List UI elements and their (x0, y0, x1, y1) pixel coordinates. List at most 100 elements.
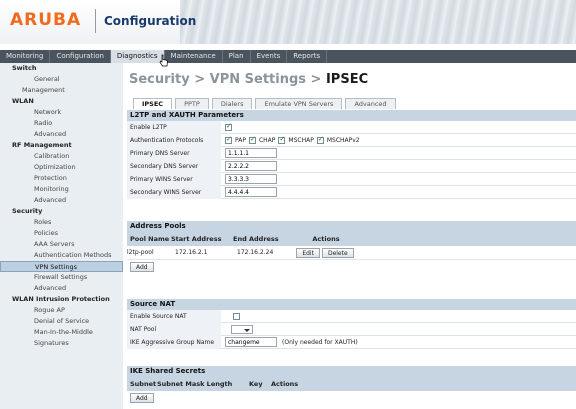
nat-pool-row: NAT Pool (127, 322, 576, 336)
enable-l2tp-checkbox[interactable] (225, 122, 232, 131)
sidebar-item-switch[interactable]: Switch (0, 63, 123, 74)
end-address-cell: 172.16.2.24 (237, 249, 274, 256)
nav-tab-reports[interactable]: Reports (287, 50, 328, 63)
delete-pool-button[interactable]: Delete (321, 247, 354, 258)
protocol-mschapv2-label: MSCHAPv2 (326, 136, 360, 144)
secondary-wins-server-row: Secondary WINS Server (127, 185, 576, 199)
sidebar-item-calibration[interactable]: Calibration (0, 151, 123, 162)
nat-pool-select[interactable] (231, 324, 253, 334)
secondary-wins-server-label: Secondary WINS Server (127, 185, 221, 199)
l2tp-section-title: L2TP and XAUTH Parameters (127, 110, 576, 121)
ike-group-label: IKE Aggressive Group Name (127, 335, 221, 349)
col-ike-actions: Actions (271, 380, 299, 388)
ike-group-hint: (Only needed for XAUTH) (282, 338, 358, 346)
sidebar-item-authentication-methods[interactable]: Authentication Methods (0, 250, 123, 261)
sidebar-item-protection[interactable]: Protection (0, 173, 123, 184)
breadcrumb-vpn-settings: VPN Settings (209, 72, 307, 87)
sidebar-item-rogue-ap[interactable]: Rogue AP (0, 305, 123, 316)
nat-pool-label: NAT Pool (127, 322, 221, 336)
sidebar: Switch General Management WLAN Network Radio A… (0, 63, 123, 409)
nav-tab-events[interactable]: Events (251, 50, 288, 63)
ike-group-row: IKE Aggressive Group Name (Only needed f… (127, 335, 576, 349)
primary-wins-server-label: Primary WINS Server (127, 172, 221, 186)
nav-tab-monitoring[interactable]: Monitoring (0, 50, 51, 63)
secondary-dns-server-label: Secondary DNS Server (127, 159, 221, 173)
main-content: Security > VPN Settings > IPSEC IPSEC PPT… (123, 63, 576, 409)
sidebar-item-aaa-servers[interactable]: AAA Servers (0, 239, 123, 250)
sidebar-item-man-in-the-middle[interactable]: Man-In-the-Middle (0, 327, 123, 338)
subtab-bar: IPSEC PPTP Dialers Emulate VPN Servers Advan… (133, 98, 399, 109)
protocol-mschapv2-checkbox[interactable] (316, 135, 324, 144)
nav-tab-diagnostics[interactable]: Diagnostics (110, 50, 165, 63)
enable-nat-label: Enable Source NAT (127, 309, 221, 323)
col-start-address: Start Address (171, 235, 222, 243)
address-pools-section: Address Pools Pool Name Start Address En… (127, 221, 576, 274)
sidebar-item-management[interactable]: Management (0, 85, 123, 96)
l2tp-section: L2TP and XAUTH Parameters Enable L2TP Au… (127, 110, 576, 199)
secondary-wins-server-input[interactable] (225, 187, 277, 197)
breadcrumb-sep-2: > (306, 72, 326, 87)
subtab-ipsec[interactable]: IPSEC (133, 98, 173, 109)
source-nat-section: Source NAT Enable Source NAT NAT Pool IK… (127, 299, 576, 349)
table-row: l2tp-pool 172.16.2.1 172.16.2.24 Edit Del… (127, 246, 576, 260)
primary-dns-server-row: Primary DNS Server (127, 146, 576, 160)
add-pool-button[interactable]: Add (130, 262, 154, 272)
enable-nat-checkbox[interactable] (233, 312, 240, 320)
sidebar-item-monitoring[interactable]: Monitoring (0, 184, 123, 195)
sidebar-item-advanced[interactable]: Advanced (0, 283, 123, 294)
sidebar-item-general[interactable]: General (0, 74, 123, 85)
subtab-advanced[interactable]: Advanced (345, 98, 396, 109)
protocol-pap-label: PAP (235, 136, 246, 144)
nav-tab-maintenance[interactable]: Maintenance (165, 50, 223, 63)
start-address-cell: 172.16.2.1 (175, 249, 208, 256)
primary-dns-server-input[interactable] (225, 148, 277, 158)
sidebar-item-security[interactable]: Security (0, 206, 123, 217)
col-key: Key (249, 380, 263, 388)
sidebar-item-advanced[interactable]: Advanced (0, 129, 123, 140)
protocol-pap-checkbox[interactable] (225, 135, 232, 144)
secondary-dns-server-input[interactable] (225, 161, 277, 171)
sidebar-item-vpn-settings[interactable]: VPN Settings (0, 261, 123, 272)
primary-dns-server-label: Primary DNS Server (127, 146, 221, 160)
sidebar-item-firewall-settings[interactable]: Firewall Settings (0, 272, 123, 283)
pools-table-header: Pool Name Start Address End Address Acti… (127, 232, 576, 246)
sidebar-item-wlan[interactable]: WLAN (0, 96, 123, 107)
sidebar-item-denial-of-service[interactable]: Denial of Service (0, 316, 123, 327)
edit-pool-button[interactable]: Edit (296, 247, 320, 258)
page-title: Security > VPN Settings > IPSEC (129, 72, 368, 87)
sidebar-item-advanced[interactable]: Advanced (0, 195, 123, 206)
sidebar-item-wlan-intrusion-protection[interactable]: WLAN Intrusion Protection (0, 294, 123, 305)
pool-name-cell: l2tp-pool (127, 249, 154, 256)
col-actions: Actions (312, 235, 340, 243)
ike-group-input[interactable] (225, 337, 277, 347)
nav-tab-plan[interactable]: Plan (223, 50, 251, 63)
breadcrumb-sep-1: > (189, 72, 210, 87)
secondary-dns-server-row: Secondary DNS Server (127, 159, 576, 173)
subtab-emulate-vpn-servers[interactable]: Emulate VPN Servers (255, 98, 343, 109)
l2tp-fields: Primary DNS ServerSecondary DNS ServerPr… (127, 146, 576, 199)
sidebar-item-roles[interactable]: Roles (0, 217, 123, 228)
col-subnet-mask-length: Subnet Mask Length (157, 380, 233, 388)
enable-l2tp-row: Enable L2TP (127, 120, 576, 134)
sidebar-item-radio[interactable]: Radio (0, 118, 123, 129)
sidebar-item-signatures[interactable]: Signatures (0, 338, 123, 349)
col-pool-name: Pool Name (130, 235, 170, 243)
nav-tab-configuration[interactable]: Configuration (50, 50, 111, 63)
auth-protocols-options: PAP CHAP MSCHAP MSCHAPv2 (221, 135, 360, 144)
protocol-chap-checkbox[interactable] (248, 135, 256, 144)
ike-table-header: Subnet Subnet Mask Length Key Actions (127, 377, 576, 391)
sidebar-item-optimization[interactable]: Optimization (0, 162, 123, 173)
subtab-pptp[interactable]: PPTP (175, 98, 209, 109)
ike-secrets-section: IKE Shared Secrets Subnet Subnet Mask Le… (127, 366, 576, 405)
sidebar-item-network[interactable]: Network (0, 107, 123, 118)
sidebar-item-policies[interactable]: Policies (0, 228, 123, 239)
col-end-address: End Address (233, 235, 279, 243)
subtab-dialers[interactable]: Dialers (211, 98, 253, 109)
add-ike-secret-button[interactable]: Add (130, 393, 154, 403)
breadcrumb-security: Security (129, 72, 190, 87)
sidebar-item-rf-management[interactable]: RF Management (0, 140, 123, 151)
primary-wins-server-input[interactable] (225, 174, 277, 184)
protocol-mschap-checkbox[interactable] (278, 135, 286, 144)
source-nat-title: Source NAT (127, 299, 576, 310)
header: ARUBA Configuration (0, 0, 576, 44)
